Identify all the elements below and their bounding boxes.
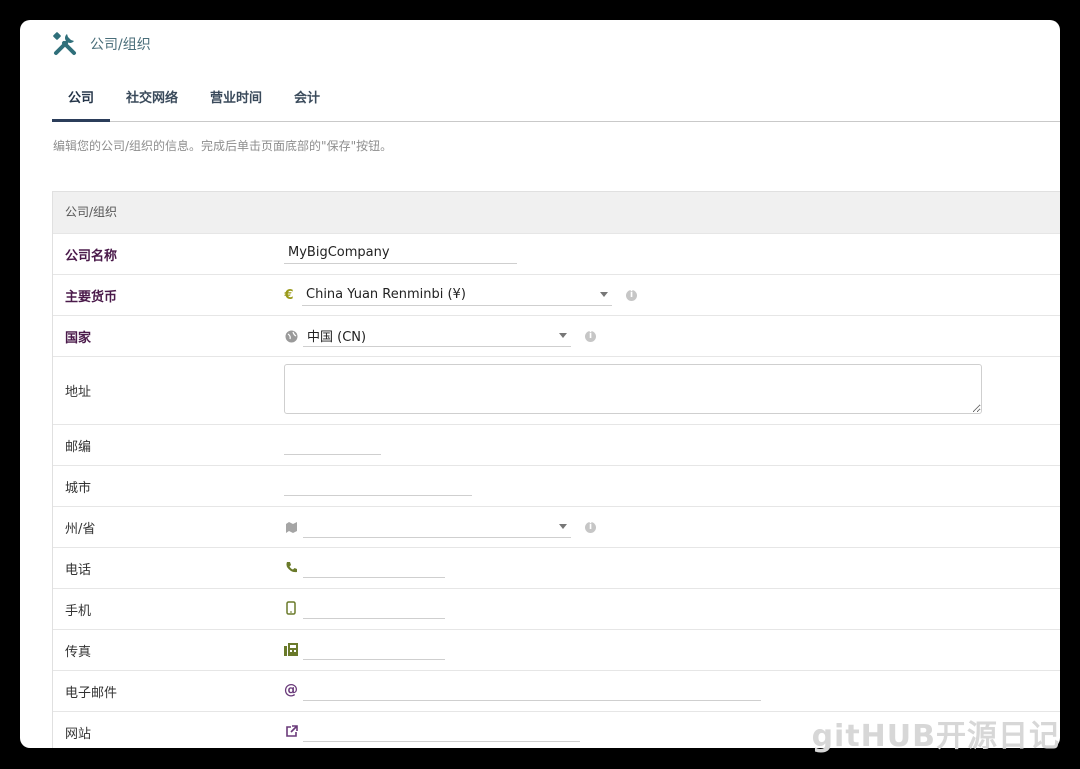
row-currency: 主要货币 € China Yuan Renminbi (¥) i	[53, 274, 1060, 315]
mobile-label: 手机	[65, 603, 92, 619]
settings-card: 公司/组织 公司 社交网络 营业时间 会计 编辑您的公司/组织的信息。完成后单击…	[20, 20, 1060, 748]
website-input[interactable]	[303, 720, 580, 742]
state-label: 州/省	[65, 521, 96, 537]
address-textarea[interactable]	[284, 364, 982, 414]
mobile-icon	[284, 601, 298, 615]
country-select[interactable]: 中国 (CN)	[303, 325, 571, 347]
at-icon: @	[284, 682, 298, 698]
panel-title: 公司/组织	[53, 192, 1060, 233]
watermark: gitHUB开源日记	[811, 719, 1060, 754]
page-header: 公司/组织	[52, 28, 151, 60]
fax-icon	[284, 642, 298, 656]
row-fax: 传真	[53, 629, 1060, 670]
company-form-panel: 公司/组织 公司名称 主要货币 € China Yuan Renminbi (¥…	[52, 191, 1060, 748]
info-icon[interactable]: i	[585, 521, 596, 533]
row-country: 国家 中国 (CN) i	[53, 315, 1060, 356]
currency-select[interactable]: China Yuan Renminbi (¥)	[302, 284, 612, 306]
row-zip: 邮编	[53, 424, 1060, 465]
website-label: 网站	[65, 726, 92, 742]
currency-value: China Yuan Renminbi (¥)	[306, 287, 466, 302]
company-name-label: 公司名称	[65, 248, 118, 264]
row-mobile: 手机	[53, 588, 1060, 629]
city-label: 城市	[65, 480, 92, 496]
tab-opening-hours[interactable]: 营业时间	[194, 86, 278, 121]
chevron-down-icon	[600, 292, 608, 297]
row-state: 州/省 i	[53, 506, 1060, 547]
row-company-name: 公司名称	[53, 233, 1060, 274]
external-link-icon	[284, 724, 298, 738]
tab-accountant[interactable]: 会计	[278, 86, 336, 121]
phone-label: 电话	[65, 562, 92, 578]
info-icon[interactable]: i	[626, 289, 637, 301]
email-input[interactable]	[303, 679, 761, 701]
company-name-input[interactable]	[284, 242, 517, 264]
city-input[interactable]	[284, 474, 472, 496]
tab-bar: 公司 社交网络 营业时间 会计	[52, 86, 1060, 122]
page-title: 公司/组织	[90, 37, 151, 53]
row-email: 电子邮件 @	[53, 670, 1060, 711]
info-icon[interactable]: i	[585, 330, 596, 342]
country-value: 中国 (CN)	[307, 330, 367, 345]
row-address: 地址	[53, 356, 1060, 424]
globe-icon	[284, 329, 298, 343]
row-phone: 电话	[53, 547, 1060, 588]
tab-company[interactable]: 公司	[52, 86, 111, 122]
currency-label: 主要货币	[65, 289, 118, 305]
country-label: 国家	[65, 330, 92, 346]
fax-label: 传真	[65, 644, 92, 660]
address-label: 地址	[65, 385, 92, 400]
phone-input[interactable]	[303, 556, 445, 578]
page-description: 编辑您的公司/组织的信息。完成后单击页面底部的"保存"按钮。	[53, 139, 393, 153]
phone-icon	[284, 560, 298, 574]
row-city: 城市	[53, 465, 1060, 506]
tab-social-networks[interactable]: 社交网络	[110, 86, 194, 121]
euro-icon: €	[284, 287, 294, 303]
zip-input[interactable]	[284, 433, 381, 455]
mobile-input[interactable]	[303, 597, 445, 619]
state-select[interactable]	[303, 516, 571, 538]
chevron-down-icon	[559, 524, 567, 529]
tools-icon	[53, 32, 76, 55]
chevron-down-icon	[559, 333, 567, 338]
zip-label: 邮编	[65, 439, 92, 455]
email-label: 电子邮件	[65, 685, 118, 701]
fax-input[interactable]	[303, 638, 445, 660]
map-icon	[284, 520, 298, 534]
